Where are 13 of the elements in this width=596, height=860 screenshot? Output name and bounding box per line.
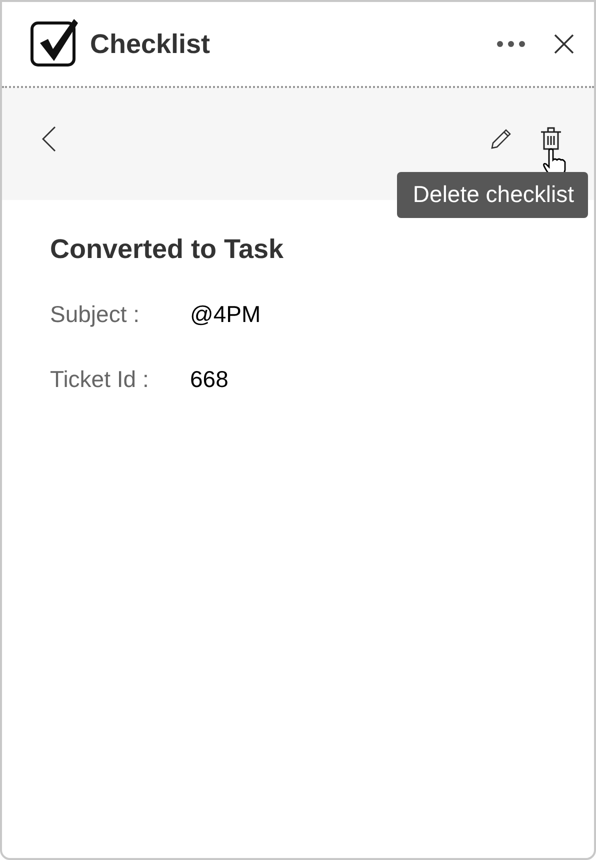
field-value: @4PM [190,301,261,328]
field-value: 668 [190,366,228,393]
section-heading: Converted to Task [50,234,285,265]
trash-icon[interactable] [540,127,562,151]
tooltip: Delete checklist [396,172,588,218]
pencil-icon[interactable] [490,128,512,150]
field-label: Ticket Id : [50,366,150,393]
back-icon[interactable] [42,126,56,152]
more-icon[interactable] [496,40,526,48]
panel-title: Checklist [90,28,210,60]
close-icon[interactable] [554,34,574,54]
checkbox-checked-icon [30,17,80,67]
field-label: Subject : [50,301,140,328]
